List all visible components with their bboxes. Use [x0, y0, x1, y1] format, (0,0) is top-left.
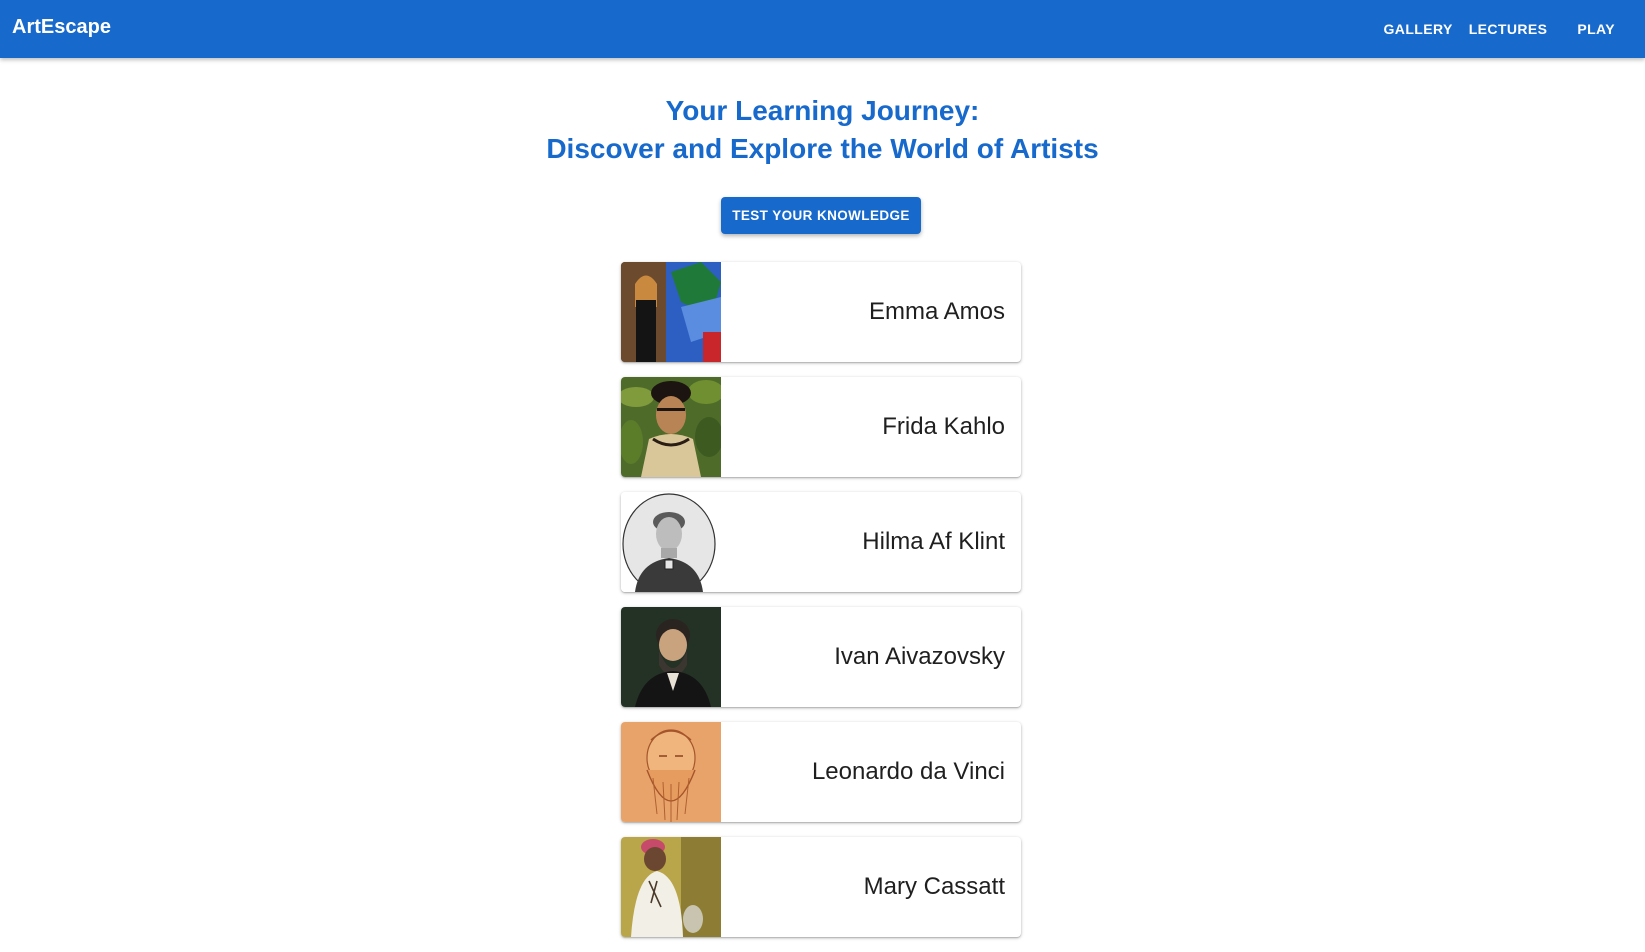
artist-card-emma-amos[interactable]: Emma Amos	[621, 262, 1021, 362]
artist-card-hilma-af-klint[interactable]: Hilma Af Klint	[621, 492, 1021, 592]
artist-portrait-hilma-af-klint	[621, 492, 721, 592]
nav-gallery[interactable]: GALLERY	[1376, 15, 1461, 43]
nav-lectures[interactable]: LECTURES	[1461, 15, 1556, 43]
artist-list: Emma Amos Frida Kahlo Hilma Af Klint Iva…	[621, 262, 1021, 952]
artist-card-frida-kahlo[interactable]: Frida Kahlo	[621, 377, 1021, 477]
artist-card-mary-cassatt[interactable]: Mary Cassatt	[621, 837, 1021, 937]
page-title-line-2: Discover and Explore the World of Artist…	[546, 133, 1099, 164]
test-knowledge-button[interactable]: TEST YOUR KNOWLEDGE	[721, 197, 921, 234]
brand-logo[interactable]: ArtEscape	[12, 14, 111, 40]
artist-portrait-frida-kahlo	[621, 377, 721, 477]
nav-play[interactable]: PLAY	[1569, 15, 1623, 43]
app-bar: ArtEscape GALLERY LECTURES PLAY	[0, 0, 1645, 58]
artist-portrait-leonardo-da-vinci	[621, 722, 721, 822]
artist-name: Leonardo da Vinci	[811, 758, 1005, 785]
artist-portrait-ivan-aivazovsky	[621, 607, 721, 707]
page-title: Your Learning Journey: Discover and Expl…	[0, 92, 1645, 168]
artist-name: Mary Cassatt	[863, 873, 1005, 900]
page-title-line-1: Your Learning Journey:	[665, 95, 980, 126]
artist-card-leonardo-da-vinci[interactable]: Leonardo da Vinci	[621, 722, 1021, 822]
main-nav: GALLERY LECTURES PLAY	[1376, 0, 1645, 58]
artist-name: Frida Kahlo	[882, 413, 1005, 440]
artist-name: Hilma Af Klint	[862, 528, 1005, 555]
artist-portrait-mary-cassatt	[621, 837, 721, 937]
artist-portrait-emma-amos	[621, 262, 721, 362]
artist-card-ivan-aivazovsky[interactable]: Ivan Aivazovsky	[621, 607, 1021, 707]
artist-name: Ivan Aivazovsky	[834, 643, 1005, 670]
artist-name: Emma Amos	[868, 298, 1005, 325]
